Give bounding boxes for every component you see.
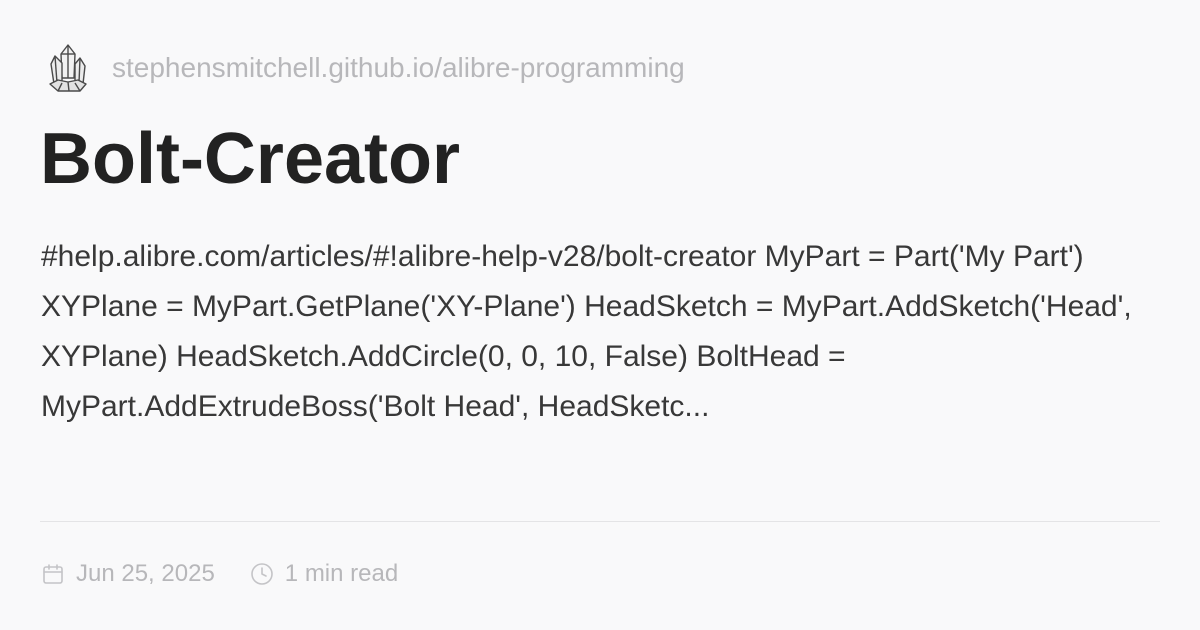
site-url[interactable]: stephensmitchell.github.io/alibre-progra… [112,54,685,82]
post-date: Jun 25, 2025 [40,560,215,588]
og-card: stephensmitchell.github.io/alibre-progra… [0,0,1200,630]
crystal-cluster-icon [46,40,90,96]
read-time: 1 min read [249,560,398,588]
calendar-icon [40,561,66,587]
post-date-text: Jun 25, 2025 [76,560,215,587]
post-excerpt: #help.alibre.com/articles/#!alibre-help-… [41,240,1132,423]
clock-icon [249,561,275,587]
divider [40,521,1160,522]
site-header: stephensmitchell.github.io/alibre-progra… [46,40,685,96]
post-meta: Jun 25, 2025 1 min read [40,556,398,592]
read-time-text: 1 min read [284,560,399,587]
page-title: Bolt-Creator [40,119,461,199]
